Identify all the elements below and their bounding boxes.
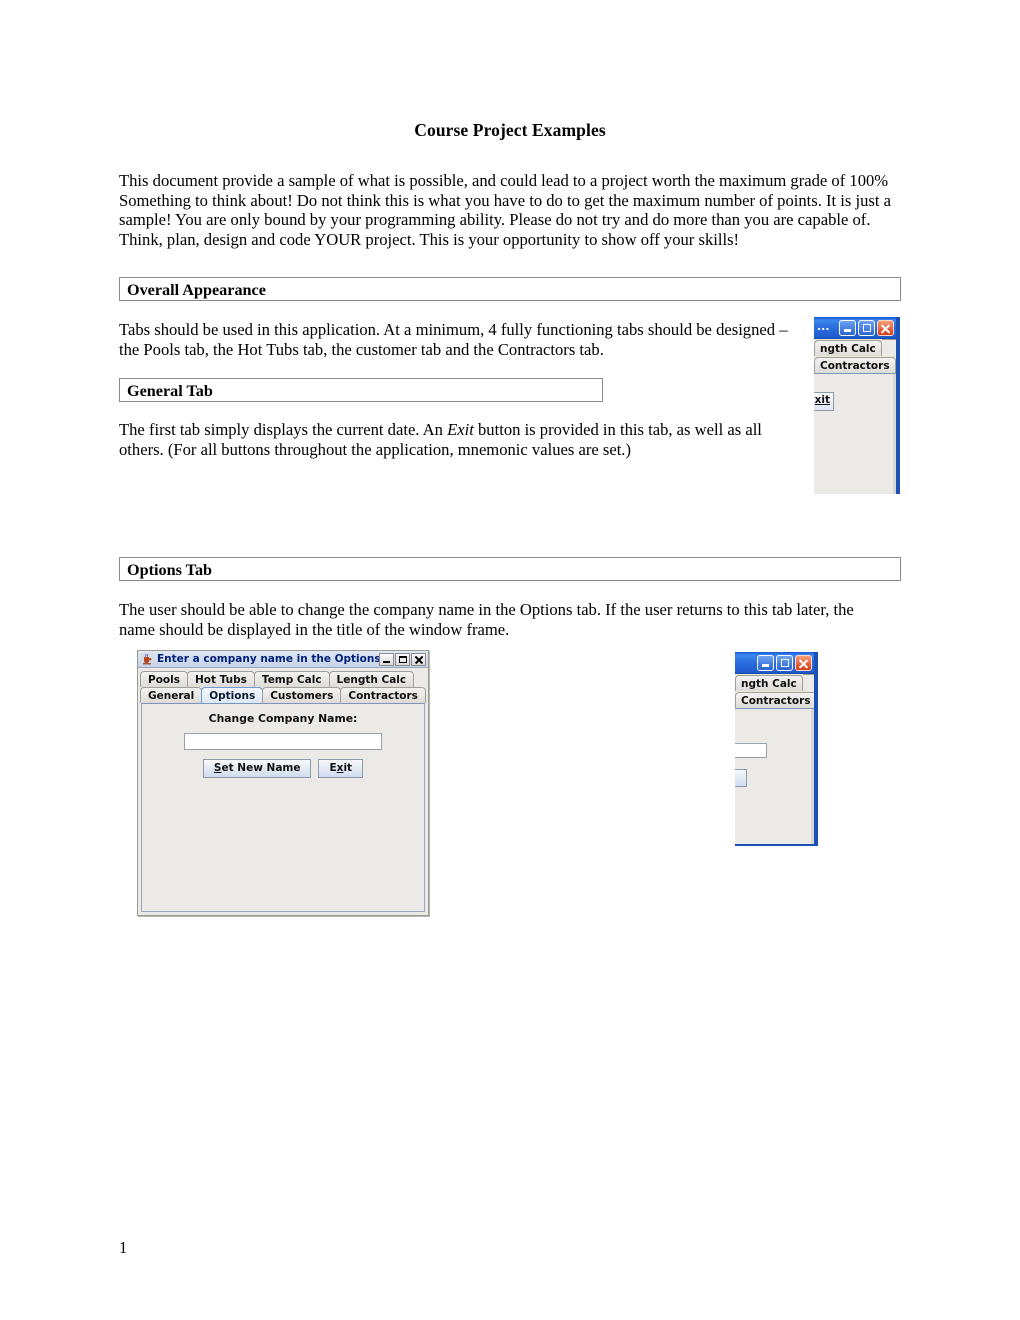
change-company-name-label: Change Company Name: [208,712,358,725]
window-controls [379,652,426,666]
tab-contractors[interactable]: Contractors [814,357,896,373]
paragraph-general-tab: The first tab simply displays the curren… [119,420,809,459]
tab-content-panel: xit [814,373,896,494]
company-name-input-clipped[interactable] [735,743,767,758]
exit-label-post: it [343,762,353,774]
tab-hot-tubs[interactable]: Hot Tubs [186,671,255,687]
paragraph-general-part1: The first tab simply displays the curren… [119,420,448,439]
minimize-button[interactable] [757,655,774,671]
tab-content-panel [735,708,814,844]
tab-row-filler [802,674,814,691]
paragraph-options-tab: The user should be able to change the co… [119,600,854,639]
company-name-input[interactable] [184,733,382,750]
intro-paragraph: This document provide a sample of what i… [119,171,892,249]
minimize-button[interactable] [379,652,394,666]
tab-customers[interactable]: Customers [262,687,342,703]
tab-row-1: ngth Calc [814,339,896,356]
section-heading-label: Overall Appearance [127,281,266,299]
close-button[interactable] [411,652,426,666]
close-button[interactable] [795,655,812,671]
window-titlebar [735,652,814,674]
section-heading-label: General Tab [127,382,213,400]
window-controls [757,655,812,671]
tab-row-2: Contractors [814,356,896,373]
document-page: Course Project Examples This document pr… [0,0,1020,1320]
page-number: 1 [119,1238,128,1257]
tab-general[interactable]: General [140,687,203,703]
exit-label-pre: E [329,762,337,774]
paragraph-general-emphasis: Exit [447,420,474,439]
section-header-overall-appearance: Overall Appearance [119,277,901,301]
tab-contractors[interactable]: Contractors [340,687,426,703]
tab-length-calc[interactable]: ngth Calc [735,675,803,691]
panel-right-edge [811,709,814,844]
tab-contractors[interactable]: Contractors [735,692,814,708]
minimize-button[interactable] [839,320,856,336]
set-new-name-button[interactable]: Set New Name [202,759,312,778]
set-new-name-label-rest: et New Name [221,762,301,774]
section-header-options-tab: Options Tab [119,557,901,581]
exit-button[interactable]: Exit [318,759,364,778]
window-titlebar: Enter a company name in the Options tab [138,651,428,668]
section-heading-label: Options Tab [127,561,213,579]
tab-content-panel-options: Change Company Name: Set New Name Exit [141,703,425,912]
exit-button[interactable]: xit [814,392,834,411]
tab-temp-calc[interactable]: Temp Calc [253,671,330,687]
screenshot-clipped-window-top: ... ngth Calc Contractors xit [814,317,900,494]
screenshot-options-window: Enter a company name in the Options tab … [137,650,429,916]
tab-row-1: ngth Calc [735,674,814,691]
tab-row-2: General Options Customers Contractors [140,686,426,703]
tab-row-1: Pools Hot Tubs Temp Calc Length Calc [140,670,426,687]
tab-length-calc[interactable]: Length Calc [328,671,415,687]
tabbed-pane: Pools Hot Tubs Temp Calc Length Calc Gen… [138,668,428,912]
maximize-button[interactable] [776,655,793,671]
tab-options[interactable]: Options [201,687,264,703]
page-title: Course Project Examples [414,120,606,140]
window-controls [839,320,894,336]
panel-right-edge [893,374,896,494]
screenshot-clipped-window-mid: ngth Calc Contractors [735,652,818,846]
tab-row-2: Contractors [735,691,814,708]
window-titlebar: ... [814,317,896,339]
section-header-general-tab: General Tab [119,378,603,402]
tab-pools[interactable]: Pools [140,671,188,687]
tab-length-calc[interactable]: ngth Calc [814,340,882,356]
window-title-text: ... [817,320,830,333]
maximize-button[interactable] [858,320,875,336]
paragraph-overall-appearance: Tabs should be used in this application.… [119,320,788,359]
form-button-row: Set New Name Exit [142,759,424,778]
window-title-text: Enter a company name in the Options tab [157,653,379,665]
close-button[interactable] [877,320,894,336]
form-button-clipped[interactable] [735,769,747,787]
maximize-button[interactable] [395,652,410,666]
java-cup-icon [141,653,153,665]
tab-row-filler [881,339,896,356]
exit-button-label: xit [814,394,830,406]
